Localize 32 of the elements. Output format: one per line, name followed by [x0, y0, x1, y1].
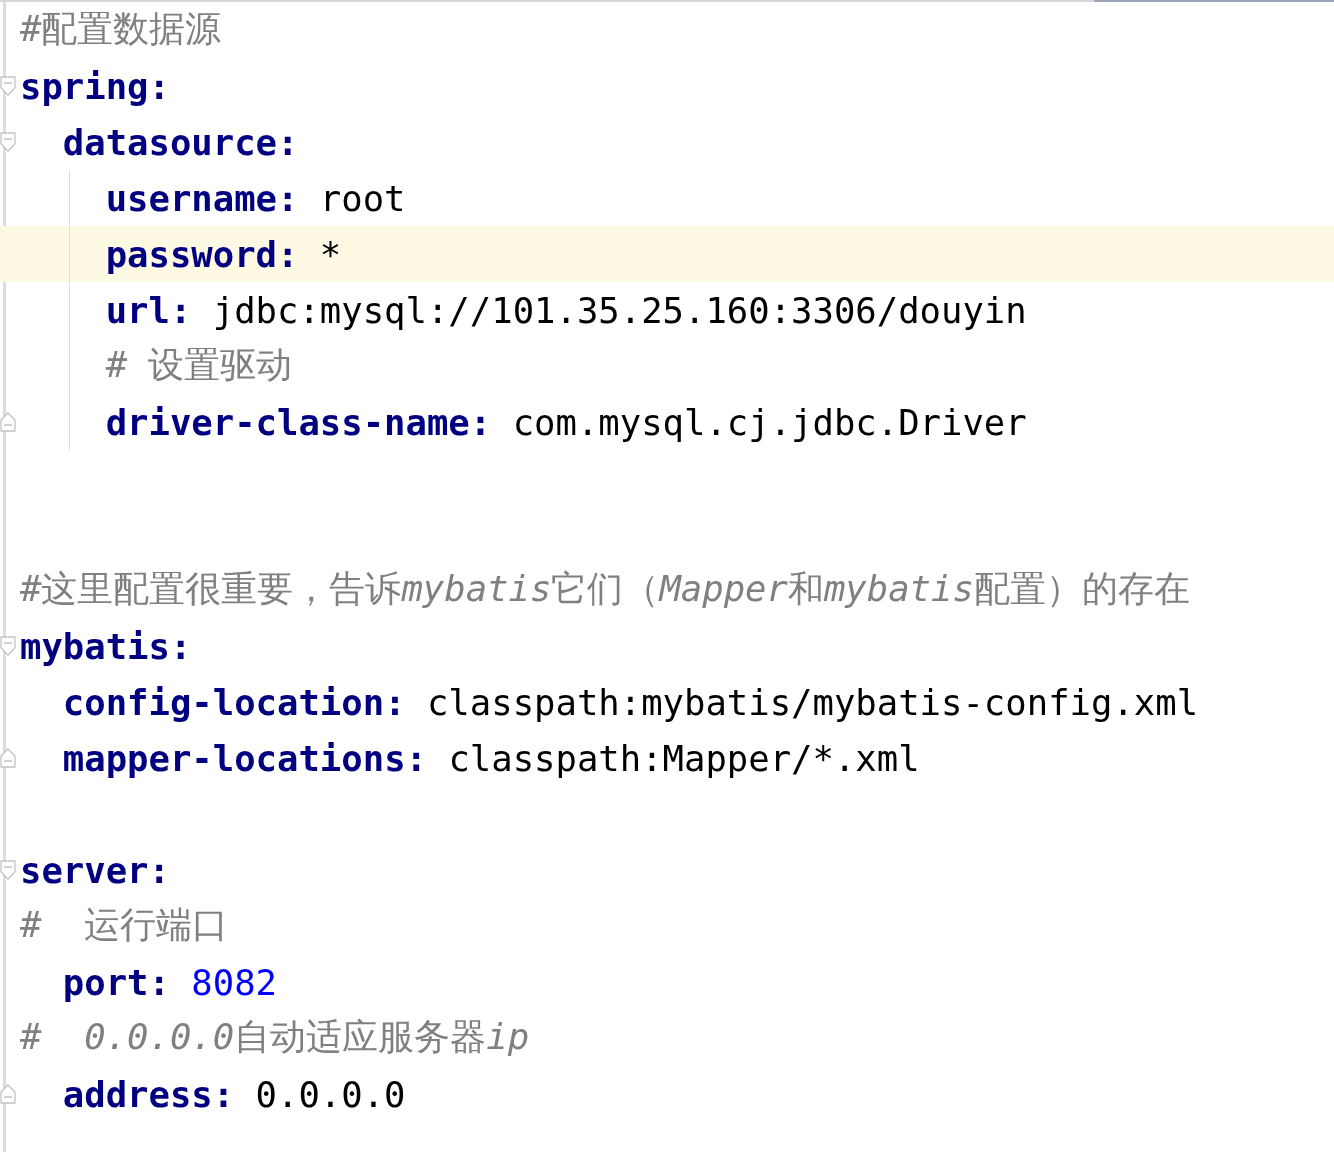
- yaml-key: datasource:: [62, 121, 299, 163]
- yaml-key: username:: [105, 177, 299, 219]
- yaml-value: classpath:mybatis/mybatis-config.xml: [426, 681, 1199, 723]
- yaml-key: mapper-locations:: [62, 737, 427, 779]
- fold-end-icon[interactable]: [0, 747, 16, 769]
- yaml-key: password:: [105, 233, 299, 275]
- fold-icon[interactable]: [0, 635, 16, 657]
- yaml-key: address:: [62, 1073, 235, 1115]
- code-comment: # 运行端口: [20, 903, 229, 947]
- yaml-key: server:: [20, 849, 170, 891]
- yaml-key: mybatis:: [20, 625, 192, 667]
- yaml-value: classpath:Mapper/*.xml: [448, 737, 920, 779]
- yaml-key: driver-class-name:: [105, 401, 492, 443]
- fold-end-icon[interactable]: [0, 1083, 16, 1105]
- yaml-value: *: [319, 233, 342, 275]
- yaml-value: root: [319, 177, 406, 219]
- fold-icon[interactable]: [0, 75, 16, 97]
- fold-end-icon[interactable]: [0, 411, 16, 433]
- yaml-value: jdbc:mysql://101.35.25.160:3306/douyin: [212, 289, 1027, 331]
- yaml-key: port:: [62, 961, 170, 1003]
- fold-icon[interactable]: [0, 859, 16, 881]
- yaml-value: com.mysql.cj.jdbc.Driver: [512, 401, 1027, 443]
- code-comment: # 0.0.0.0自动适应服务器ip: [20, 1015, 530, 1059]
- code-comment: # 设置驱动: [105, 343, 293, 387]
- yaml-key: spring:: [20, 65, 170, 107]
- yaml-value: 0.0.0.0: [255, 1073, 406, 1115]
- yaml-key: url:: [105, 289, 192, 331]
- code-comment: #配置数据源: [20, 7, 222, 51]
- code-comment: #这里配置很重要，告诉mybatis它们（Mapper和mybatis配置）的存在: [20, 567, 1190, 611]
- yaml-key: config-location:: [62, 681, 406, 723]
- fold-icon[interactable]: [0, 131, 16, 153]
- yaml-value: 8082: [191, 961, 278, 1003]
